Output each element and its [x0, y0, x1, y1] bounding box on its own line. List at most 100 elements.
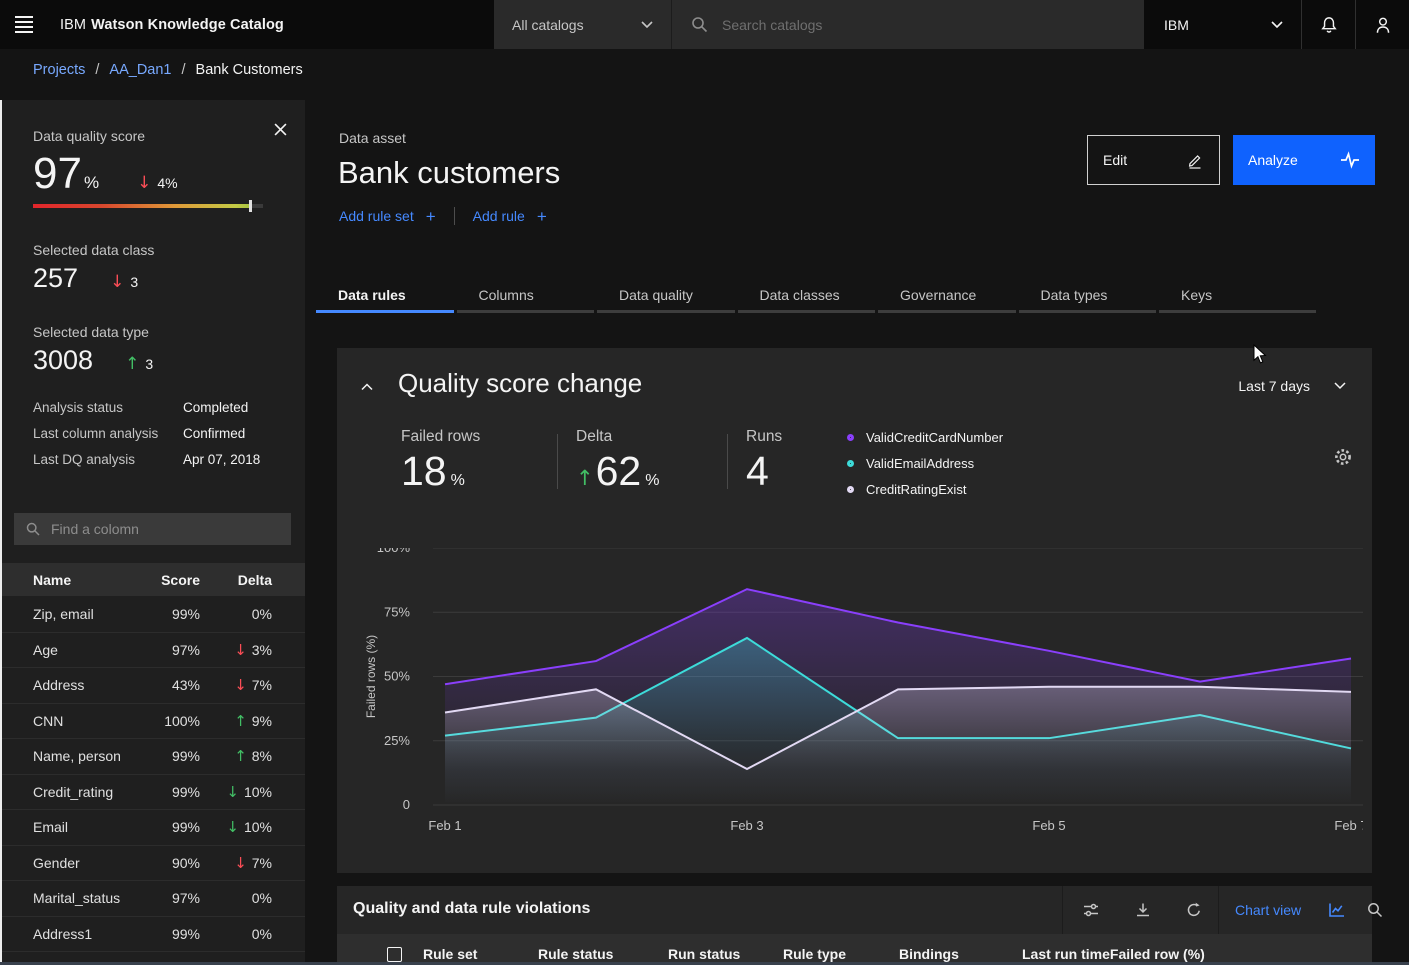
analysis-status-list: Analysis status Completed Last column an… — [33, 400, 273, 478]
chart-view-toggle[interactable]: Chart view — [1235, 891, 1346, 929]
legend-item[interactable]: ValidEmailAddress — [847, 456, 1003, 471]
legend-label: ValidEmailAddress — [866, 456, 974, 471]
table-row[interactable]: Address1 99% 0% — [0, 916, 305, 952]
time-range-label: Last 7 days — [1238, 378, 1310, 394]
cell-score: 99% — [142, 784, 200, 800]
violations-column-header: Rule type — [783, 946, 899, 962]
chart-view-icon — [1327, 901, 1346, 919]
violations-column-header: Last run time — [1022, 946, 1110, 962]
table-row[interactable]: Zip, email 99% 0% — [0, 596, 305, 632]
cell-delta: 7% — [200, 677, 272, 693]
tab-label: Data classes — [760, 287, 840, 303]
svg-text:Feb 1: Feb 1 — [428, 818, 461, 833]
close-sidebar-button[interactable] — [269, 118, 291, 140]
tab[interactable]: Governance — [878, 281, 1016, 313]
cell-score: 97% — [142, 890, 200, 906]
chart-settings-button[interactable] — [1333, 446, 1355, 468]
cell-delta: 8% — [200, 748, 272, 764]
divider — [454, 207, 455, 225]
analysis-row-label: Last DQ analysis — [33, 452, 183, 467]
analysis-row-value: Confirmed — [183, 426, 245, 441]
legend-ring-icon — [847, 460, 854, 467]
svg-text:75%: 75% — [384, 604, 410, 619]
chevron-up-icon — [361, 383, 373, 391]
catalog-dropdown[interactable]: All catalogs — [494, 0, 672, 49]
header-name: Name — [33, 572, 142, 588]
account-dropdown[interactable]: IBM — [1143, 0, 1301, 49]
data-type-delta: 3 — [125, 356, 153, 373]
breadcrumb-link[interactable]: AA_Dan1 — [109, 62, 171, 78]
notifications-button[interactable] — [1301, 0, 1355, 49]
cell-name: Age — [33, 642, 142, 658]
quality-score-value: 97% — [33, 152, 99, 196]
table-row[interactable]: Credit_rating 99% 10% — [0, 774, 305, 810]
trend-arrow-icon — [234, 643, 247, 658]
cell-delta: 0% — [200, 926, 272, 942]
legend-item[interactable]: ValidCreditCardNumber — [847, 430, 1003, 445]
tab-underline — [316, 310, 454, 313]
nav-middle: All catalogs — [494, 0, 1143, 49]
download-button[interactable] — [1124, 891, 1162, 929]
violations-column-header: Rule set — [423, 946, 538, 962]
tab[interactable]: Data rules — [316, 281, 454, 313]
data-class-delta: 3 — [110, 274, 138, 291]
tab-label: Keys — [1181, 287, 1212, 303]
header-score: Score — [142, 572, 200, 588]
tab-underline — [878, 310, 1016, 313]
user-avatar-button[interactable] — [1355, 0, 1409, 49]
filter-settings-button[interactable] — [1072, 891, 1110, 929]
account-dropdown-label: IBM — [1164, 17, 1189, 33]
svg-text:Failed rows (%): Failed rows (%) — [364, 635, 378, 718]
svg-text:Feb 3: Feb 3 — [730, 818, 763, 833]
analyze-button[interactable]: Analyze — [1233, 135, 1375, 185]
table-row[interactable]: Marital_status 97% 0% — [0, 880, 305, 916]
collapse-section-button[interactable] — [361, 376, 383, 398]
trend-arrow-icon — [234, 856, 247, 871]
tab[interactable]: Keys — [1159, 281, 1316, 313]
divider — [1218, 886, 1219, 934]
tab[interactable]: Data quality — [597, 281, 735, 313]
time-range-dropdown[interactable]: Last 7 days — [1238, 378, 1346, 394]
violations-column-header: Run status — [668, 946, 783, 962]
add-rule-set-button[interactable]: Add rule set+ — [339, 208, 436, 225]
breadcrumb-link[interactable]: Bank Customers — [196, 62, 303, 78]
cell-score: 99% — [142, 926, 200, 942]
tab[interactable]: Data types — [1019, 281, 1157, 313]
table-row[interactable]: Name, person 99% 8% — [0, 738, 305, 774]
tab[interactable]: Columns — [457, 281, 595, 313]
cell-score: 97% — [142, 642, 200, 658]
table-row[interactable]: CNN 100% 9% — [0, 703, 305, 739]
quality-score-block: Data quality score 97% 4% — [33, 128, 178, 196]
svg-text:25%: 25% — [384, 733, 410, 748]
trend-arrow-icon — [234, 714, 247, 729]
tab-label: Columns — [479, 287, 534, 303]
chevron-down-icon — [641, 21, 653, 29]
table-row[interactable]: Address 43% 7% — [0, 667, 305, 703]
svg-text:0: 0 — [403, 797, 410, 812]
edit-button[interactable]: Edit — [1087, 135, 1220, 185]
cell-score: 90% — [142, 855, 200, 871]
tab[interactable]: Data classes — [738, 281, 876, 313]
search-input[interactable] — [722, 17, 1102, 33]
pencil-icon — [1186, 151, 1204, 169]
find-column-input[interactable] — [51, 521, 271, 537]
quality-score-gauge — [33, 204, 263, 208]
table-search-button[interactable] — [1356, 891, 1394, 929]
bell-icon — [1319, 15, 1339, 35]
breadcrumb-link[interactable]: Projects — [33, 62, 85, 78]
trend-down-icon — [137, 175, 151, 192]
add-rule-button[interactable]: Add rule+ — [473, 208, 547, 225]
tab-underline — [738, 310, 876, 313]
tab-underline — [457, 310, 595, 313]
table-row[interactable]: Gender 90% 7% — [0, 845, 305, 881]
app-title: IBM Watson Knowledge Catalog — [60, 0, 284, 49]
data-class-block: Selected data class 257 3 — [33, 242, 154, 292]
legend-item[interactable]: CreditRatingExist — [847, 482, 1003, 497]
tab-label: Data rules — [338, 287, 406, 303]
menu-icon[interactable] — [0, 0, 48, 49]
table-row[interactable]: Age 97% 3% — [0, 632, 305, 668]
select-all-checkbox[interactable] — [387, 947, 402, 962]
table-row[interactable]: Email 99% 10% — [0, 809, 305, 845]
data-class-value: 257 — [33, 265, 78, 292]
refresh-button[interactable] — [1175, 891, 1213, 929]
